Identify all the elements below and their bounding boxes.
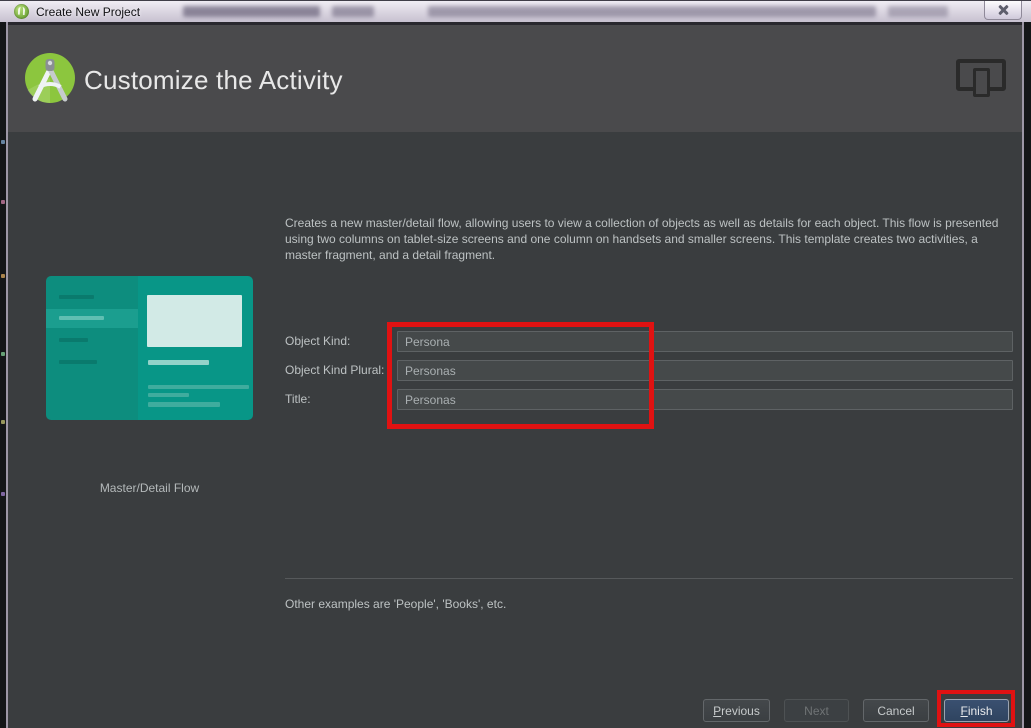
preview-master-pane [46,276,138,420]
object-kind-plural-label: Object Kind Plural: [285,363,385,377]
preview-image-placeholder [147,295,242,347]
wizard-step-title: Customize the Activity [84,65,343,95]
finish-button[interactable]: Finish [944,699,1009,722]
background-icon-dot [1,140,5,144]
cancel-button[interactable]: Cancel [863,699,929,722]
window-titlebar[interactable]: Create New Project [0,0,1031,22]
window-title: Create New Project [36,5,141,19]
title-input[interactable] [397,389,1013,410]
finish-button-label: Finish [960,703,993,718]
window-close-button[interactable] [984,1,1022,20]
android-studio-app-icon [14,4,29,19]
object-kind-label: Object Kind: [285,334,351,348]
preview-selected-line [59,316,104,320]
preview-selected-row [46,309,138,328]
background-window-blur [332,6,374,17]
background-window-blur [428,6,876,17]
android-studio-logo-icon [24,52,76,104]
preview-list-line [59,338,88,342]
template-preview-image [46,276,253,420]
previous-button[interactable]: Previous [703,699,770,722]
close-icon [998,5,1009,15]
form-factor-phone-icon [973,68,990,97]
examples-note: Other examples are 'People', 'Books', et… [285,597,507,611]
object-kind-plural-input[interactable] [397,360,1013,381]
preview-detail-body-line [148,402,220,407]
title-label: Title: [285,392,311,406]
object-kind-input[interactable] [397,331,1013,352]
background-icon-dot [1,352,5,356]
background-app-strip-right [1024,22,1031,728]
cancel-button-label: Cancel [877,703,915,718]
previous-button-label: Previous [713,703,760,718]
preview-detail-body-line [148,393,189,397]
background-icon-dot [1,420,5,424]
preview-detail-body-line [148,385,249,389]
background-window-blur [888,6,948,17]
section-divider [285,578,1013,579]
preview-detail-title-line [148,360,209,365]
background-icon-dot [1,492,5,496]
template-name-caption: Master/Detail Flow [99,481,200,495]
preview-list-line [59,360,97,364]
background-window-blur [183,6,320,17]
background-icon-dot [1,274,5,278]
next-button[interactable]: Next [784,699,849,722]
template-description: Creates a new master/detail flow, allowi… [285,216,999,262]
screenshot-root: { "window": { "title": "Create New Proje… [0,0,1031,728]
dialog-frame-edge-right [1022,22,1024,728]
background-icon-dot [1,200,5,204]
next-button-label: Next [804,703,829,718]
preview-list-line [59,295,94,299]
